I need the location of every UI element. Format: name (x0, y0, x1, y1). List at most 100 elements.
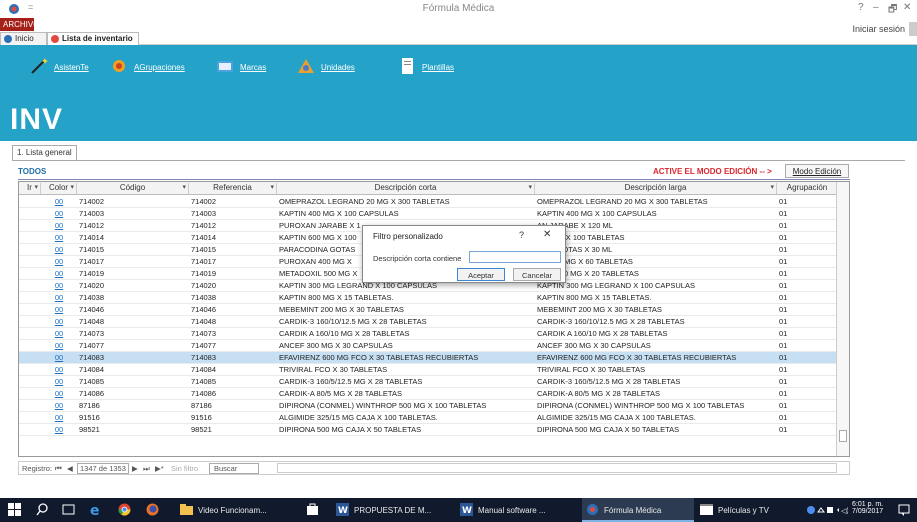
start-button[interactable] (8, 498, 26, 522)
agrupaciones-button[interactable]: AGrupaciones (110, 58, 190, 78)
color-link[interactable]: 00 (43, 317, 75, 326)
movies-icon (700, 504, 713, 515)
vertical-scrollbar[interactable] (836, 182, 849, 456)
col-color[interactable]: Color ▾ (41, 183, 77, 194)
last-record-icon[interactable]: ⏭ (143, 464, 150, 474)
col-descripcion-larga[interactable]: Descripción larga ▾ (535, 183, 777, 194)
col-ir[interactable]: Ir ▾ (19, 183, 41, 194)
search-button[interactable] (36, 498, 54, 522)
color-link[interactable]: 00 (43, 245, 75, 254)
col-referencia-label: Referencia (213, 183, 252, 192)
prev-record-icon[interactable]: ◀ (67, 464, 73, 473)
descripcion-corta-cell: CARDIK-3 160/5/12.5 MG X 28 TABLETAS (279, 377, 423, 386)
taskbar-item-manual[interactable]: W Manual software ... (460, 498, 578, 522)
filter-dropdown-icon[interactable]: ▾ (270, 183, 274, 191)
filter-dropdown-icon[interactable]: ▾ (770, 183, 774, 191)
filter-status[interactable]: Sin filtro (171, 464, 198, 473)
color-link[interactable]: 00 (43, 257, 75, 266)
color-link[interactable]: 00 (43, 341, 75, 350)
folder-icon (180, 504, 193, 515)
color-link[interactable]: 00 (43, 401, 75, 410)
plantillas-button[interactable]: Plantillas (398, 58, 468, 78)
filter-value-input[interactable] (469, 251, 561, 263)
task-view-button[interactable] (62, 498, 80, 522)
tab-lista-general[interactable]: 1. Lista general (12, 145, 77, 160)
taskbar-item-store[interactable] (306, 498, 324, 522)
color-link[interactable]: 00 (43, 269, 75, 278)
codigo-cell: 87186 (79, 401, 100, 410)
taskbar-item-video[interactable]: Video Funcionam... (180, 498, 298, 522)
color-link[interactable]: 00 (43, 425, 75, 434)
tab-lista-inventario[interactable]: Lista de inventario (47, 32, 139, 45)
firefox-button[interactable] (146, 498, 164, 522)
color-link[interactable]: 00 (43, 221, 75, 230)
record-position[interactable]: 1347 de 1353 (77, 463, 129, 474)
color-link[interactable]: 00 (43, 305, 75, 314)
color-link[interactable]: 00 (43, 233, 75, 242)
edit-mode-button[interactable]: Modo Edición (785, 164, 849, 178)
notifications-icon[interactable] (898, 504, 910, 516)
marcas-button[interactable]: Marcas (216, 58, 276, 78)
table-row[interactable]: 00 714048 714048 CARDIK-3 160/10/12.5 MG X … (19, 316, 837, 328)
taskbar-item-formula-medica[interactable]: Fórmula Médica (582, 498, 694, 522)
table-row[interactable]: 00 714084 714084 TRIVIRAL FCO X 30 TABLETAS… (19, 364, 837, 376)
table-row[interactable]: 00 714046 714046 MEBEMINT 200 MG X 30 TABLE… (19, 304, 837, 316)
color-link[interactable]: 00 (43, 413, 75, 422)
color-link[interactable]: 00 (43, 353, 75, 362)
color-link[interactable]: 00 (43, 209, 75, 218)
filter-dropdown-icon[interactable]: ▾ (70, 183, 74, 191)
table-row[interactable]: 00 98521 98521 DIPIRONA 500 MG CAJA X 50 TA… (19, 424, 837, 436)
close-icon[interactable]: ✕ (903, 2, 911, 13)
color-link[interactable]: 00 (43, 329, 75, 338)
system-tray[interactable]: ◁) (806, 498, 848, 522)
next-record-icon[interactable]: ▶ (132, 464, 138, 473)
cancel-button[interactable]: Cancelar (513, 268, 561, 281)
new-record-icon[interactable]: ▶* (155, 464, 164, 473)
restore-icon[interactable]: 🗗 (888, 2, 897, 19)
archivo-menu[interactable]: ARCHIVO (0, 18, 39, 31)
col-codigo-label: Código (119, 183, 146, 192)
table-row[interactable]: 00 714073 714073 CARDIK A 160/10 MG X 28 TA… (19, 328, 837, 340)
filter-dropdown-icon[interactable]: ▾ (182, 183, 186, 191)
color-link[interactable]: 00 (43, 293, 75, 302)
table-row[interactable]: 00 714077 714077 ANCEF 300 MG X 30 CAPSULAS… (19, 340, 837, 352)
help-icon[interactable]: ? (858, 2, 864, 13)
color-link[interactable]: 00 (43, 281, 75, 290)
color-link[interactable]: 00 (43, 377, 75, 386)
scrollbar-thumb[interactable] (839, 430, 847, 442)
taskbar-item-propuesta[interactable]: W PROPUESTA DE M... (336, 498, 454, 522)
taskbar-item-peliculas[interactable]: Películas y TV (700, 498, 800, 522)
table-row[interactable]: 00 91516 91516 ALGIMIDE 325/15 MG CAJA X 10… (19, 412, 837, 424)
tab-inicio[interactable]: Inicio (0, 32, 47, 45)
dialog-close-icon[interactable]: ✕ (543, 229, 551, 240)
col-agrupacion[interactable]: Agrupación (777, 183, 837, 194)
edge-button[interactable]: e (90, 498, 108, 522)
horizontal-scrollbar[interactable] (277, 463, 837, 473)
search-input[interactable]: Buscar (209, 463, 259, 474)
filter-dropdown-icon[interactable]: ▾ (34, 183, 38, 191)
dialog-title: Filtro personalizado (373, 232, 443, 241)
table-row[interactable]: 00 87186 87186 DIPIRONA (CONMEL) WINTHROP 5… (19, 400, 837, 412)
table-row[interactable]: 00 714086 714086 CARDIK-A 80/5 MG X 28 TABL… (19, 388, 837, 400)
asistente-button[interactable]: AsistenTe (30, 58, 90, 78)
codigo-cell: 714073 (79, 329, 105, 338)
table-row[interactable]: 00 714085 714085 CARDIK-3 160/5/12.5 MG X 2… (19, 376, 837, 388)
col-descripcion-corta[interactable]: Descripción corta ▾ (277, 183, 535, 194)
filter-dropdown-icon[interactable]: ▾ (528, 183, 532, 191)
color-link[interactable]: 00 (43, 389, 75, 398)
chrome-button[interactable] (118, 498, 136, 522)
col-codigo[interactable]: Código ▾ (77, 183, 189, 194)
dialog-help-icon[interactable]: ? (519, 230, 524, 240)
minimize-icon[interactable]: – (873, 2, 879, 13)
table-row[interactable]: 00 714038 714038 KAPTIN 800 MG X 15 TABLETA… (19, 292, 837, 304)
table-row[interactable]: 00 714003 714003 KAPTIN 400 MG X 100 CAPSUL… (19, 208, 837, 220)
table-row[interactable]: 00 714002 714002 OMEPRAZOL LEGRAND 20 MG X … (19, 196, 837, 208)
unidades-button[interactable]: Unidades (297, 58, 367, 78)
table-row[interactable]: 00 714083 714083 EFAVIRENZ 600 MG FCO X 30 … (19, 352, 837, 364)
accept-button[interactable]: Aceptar (457, 268, 505, 281)
color-link[interactable]: 00 (43, 197, 75, 206)
first-record-icon[interactable]: ⏮ (55, 464, 62, 474)
color-link[interactable]: 00 (43, 365, 75, 374)
clock[interactable]: 6:01 p. m. 7/09/2017 (852, 501, 883, 515)
col-referencia[interactable]: Referencia ▾ (189, 183, 277, 194)
